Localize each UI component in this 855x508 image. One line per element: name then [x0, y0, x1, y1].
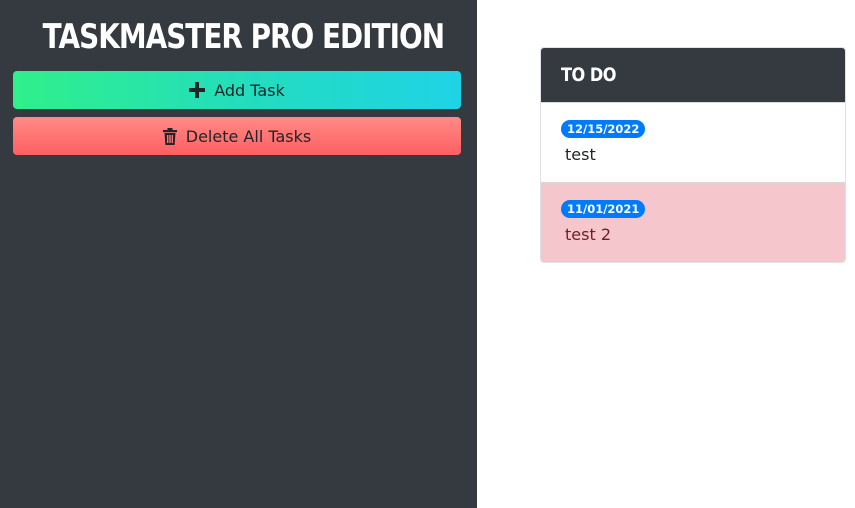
task-date-badge: 11/01/2021 — [561, 200, 646, 218]
todo-list-card: TO DO 12/15/2022 test 11/01/2021 test 2 — [540, 47, 846, 263]
sidebar: TASKMASTER PRO EDITION Add Task Delete A… — [0, 0, 477, 508]
task-text[interactable]: test — [565, 145, 845, 164]
plus-icon — [189, 82, 206, 98]
app-title: TASKMASTER PRO EDITION — [42, 17, 445, 57]
task-item[interactable]: 12/15/2022 test — [541, 102, 845, 182]
task-date-badge: 12/15/2022 — [561, 120, 646, 138]
add-task-button[interactable]: Add Task — [13, 71, 461, 109]
trash-icon — [162, 127, 177, 145]
todo-list-header: TO DO — [541, 48, 845, 102]
task-text[interactable]: test 2 — [565, 225, 845, 244]
todo-list-title: TO DO — [561, 64, 616, 86]
task-item-overdue[interactable]: 11/01/2021 test 2 — [541, 182, 845, 262]
add-task-label: Add Task — [214, 80, 285, 100]
delete-all-tasks-label: Delete All Tasks — [185, 126, 312, 146]
delete-all-tasks-button[interactable]: Delete All Tasks — [13, 117, 461, 155]
